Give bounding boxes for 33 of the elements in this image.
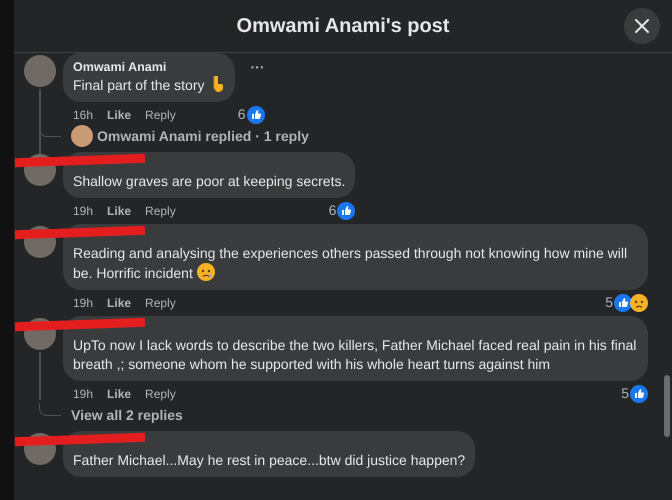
thread-line [39,403,61,416]
comment-text: Father Michael...May he rest in peace...btw did justice happen? [73,451,466,470]
reply-link[interactable]: Reply [145,202,176,220]
thread-line [39,352,40,400]
more-options-button[interactable]: ··· [250,57,265,78]
close-icon [635,19,649,33]
timestamp[interactable]: 16h [73,106,94,124]
reaction-count: 5 [621,384,629,403]
scrollbar-thumb[interactable] [664,375,670,437]
reaction-count: 6 [238,105,246,124]
avatar [71,125,93,147]
reaction-count: 6 [328,201,336,220]
replies-link[interactable]: View all 2 replies [71,404,183,426]
replies-link[interactable]: Omwami Anami replied · 1 reply [97,126,309,146]
comment-text: Final part of the story [73,75,225,95]
reply-link[interactable]: Reply [145,384,176,402]
dialog-title: Omwami Anami's post [236,14,450,39]
comment-text: UpTo now I lack words to describe the two killers, Father Michael faced real pain in his final breath ,; someone whom he supported with his whole heart turns against him [73,336,638,374]
comment-text: Shallow graves are poor at keeping secrets. [73,172,346,191]
like-link[interactable]: Like [107,384,132,402]
timestamp[interactable]: 19h [73,384,94,402]
reaction-count: 5 [605,293,613,312]
like-link[interactable]: Like [107,202,132,220]
like-link[interactable]: Like [107,106,132,124]
like-link[interactable]: Like [107,294,132,312]
close-button[interactable] [624,8,660,44]
reply-link[interactable]: Reply [145,294,176,312]
timestamp[interactable]: 19h [73,294,94,312]
avatar [24,55,56,87]
timestamp[interactable]: 19h [73,202,94,220]
author-name[interactable]: Omwami Anami [73,59,225,75]
reply-link[interactable]: Reply [145,106,176,124]
comment-text: Reading and analysing the experiences others passed through not knowing how mine will be. Horrific incident [73,244,628,283]
